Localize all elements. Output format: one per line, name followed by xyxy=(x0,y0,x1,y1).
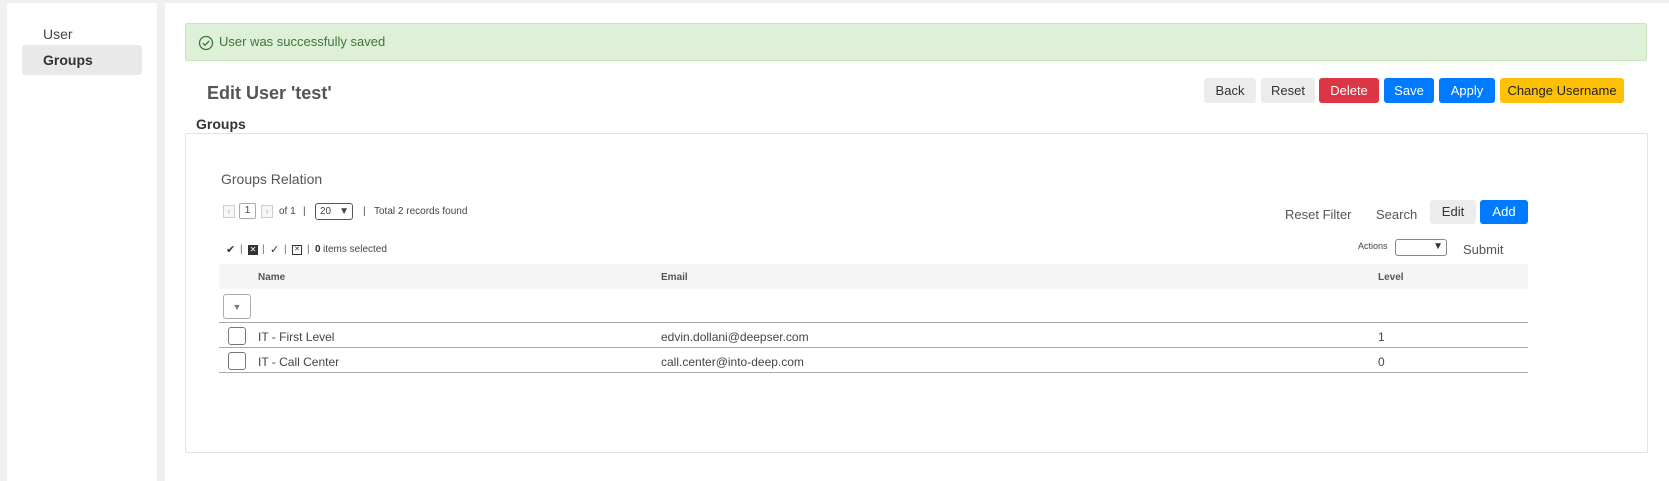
chevron-down-icon: ▼ xyxy=(339,206,349,217)
table-row[interactable]: IT - Call Center call.center@into-deep.c… xyxy=(219,349,1528,373)
sidebar: User Groups xyxy=(7,3,157,481)
row-checkbox[interactable] xyxy=(228,352,246,370)
actions-label: Actions xyxy=(1358,241,1388,251)
cell-email: edvin.dollani@deepser.com xyxy=(661,330,809,344)
cell-name: IT - Call Center xyxy=(258,355,340,369)
table-row[interactable]: IT - First Level edvin.dollani@deepser.c… xyxy=(219,324,1528,348)
delete-button[interactable]: Delete xyxy=(1319,78,1379,103)
table-header: Name Email Level xyxy=(219,264,1528,289)
page-title: Edit User 'test' xyxy=(207,83,332,103)
column-header-name[interactable]: Name xyxy=(258,272,285,283)
selected-count: 0 xyxy=(315,244,321,255)
apply-button[interactable]: Apply xyxy=(1439,78,1495,103)
cell-email: call.center@into-deep.com xyxy=(661,355,804,369)
actions-select[interactable]: ▼ xyxy=(1395,239,1447,256)
check-circle-icon xyxy=(198,35,214,51)
column-header-email[interactable]: Email xyxy=(661,272,688,283)
total-records: Total 2 records found xyxy=(374,206,468,217)
grid-title: Groups Relation xyxy=(221,171,323,187)
row-checkbox[interactable] xyxy=(228,327,246,345)
search-button[interactable]: Search xyxy=(1376,203,1417,227)
reset-filter-button[interactable]: Reset Filter xyxy=(1285,203,1351,227)
select-visible-icon[interactable]: ✓ xyxy=(270,244,280,256)
main-content: User was successfully saved Edit User 't… xyxy=(165,3,1669,481)
per-page-select[interactable]: 20 ▼ xyxy=(315,203,353,220)
prev-page-icon[interactable]: ‹ xyxy=(223,205,235,218)
next-page-icon[interactable]: › xyxy=(261,205,273,218)
submit-button[interactable]: Submit xyxy=(1463,242,1503,257)
cell-level: 0 xyxy=(1378,355,1385,369)
pager-separator: | xyxy=(363,206,366,217)
filter-row: ▼ xyxy=(219,289,1528,323)
change-username-button[interactable]: Change Username xyxy=(1500,78,1624,103)
selected-label: items selected xyxy=(323,244,387,255)
checkbox-filter-select[interactable]: ▼ xyxy=(223,294,251,319)
section-title: Groups xyxy=(196,116,246,132)
page-input[interactable]: 1 xyxy=(239,203,256,219)
unselect-all-icon[interactable]: ✕ xyxy=(248,245,258,255)
chevron-down-icon: ▼ xyxy=(1433,241,1443,252)
add-button[interactable]: Add xyxy=(1480,200,1528,224)
column-header-level[interactable]: Level xyxy=(1378,272,1404,283)
unselect-visible-icon[interactable]: ✕ xyxy=(292,245,302,255)
back-button[interactable]: Back xyxy=(1204,78,1256,103)
cell-name: IT - First Level xyxy=(258,330,335,344)
page-count: of 1 xyxy=(279,206,296,217)
edit-button[interactable]: Edit xyxy=(1430,200,1476,224)
alert-message: User was successfully saved xyxy=(219,34,386,49)
cell-level: 1 xyxy=(1378,330,1385,344)
save-button[interactable]: Save xyxy=(1384,78,1434,103)
success-alert: User was successfully saved xyxy=(185,23,1647,61)
sidebar-item-groups[interactable]: Groups xyxy=(22,45,142,75)
pager-separator: | xyxy=(303,206,306,217)
groups-panel: Groups Relation ‹ 1 › of 1 | 20 ▼ | Tota… xyxy=(185,133,1648,453)
reset-button[interactable]: Reset xyxy=(1261,78,1315,103)
select-all-icon[interactable]: ✔ xyxy=(226,244,236,256)
